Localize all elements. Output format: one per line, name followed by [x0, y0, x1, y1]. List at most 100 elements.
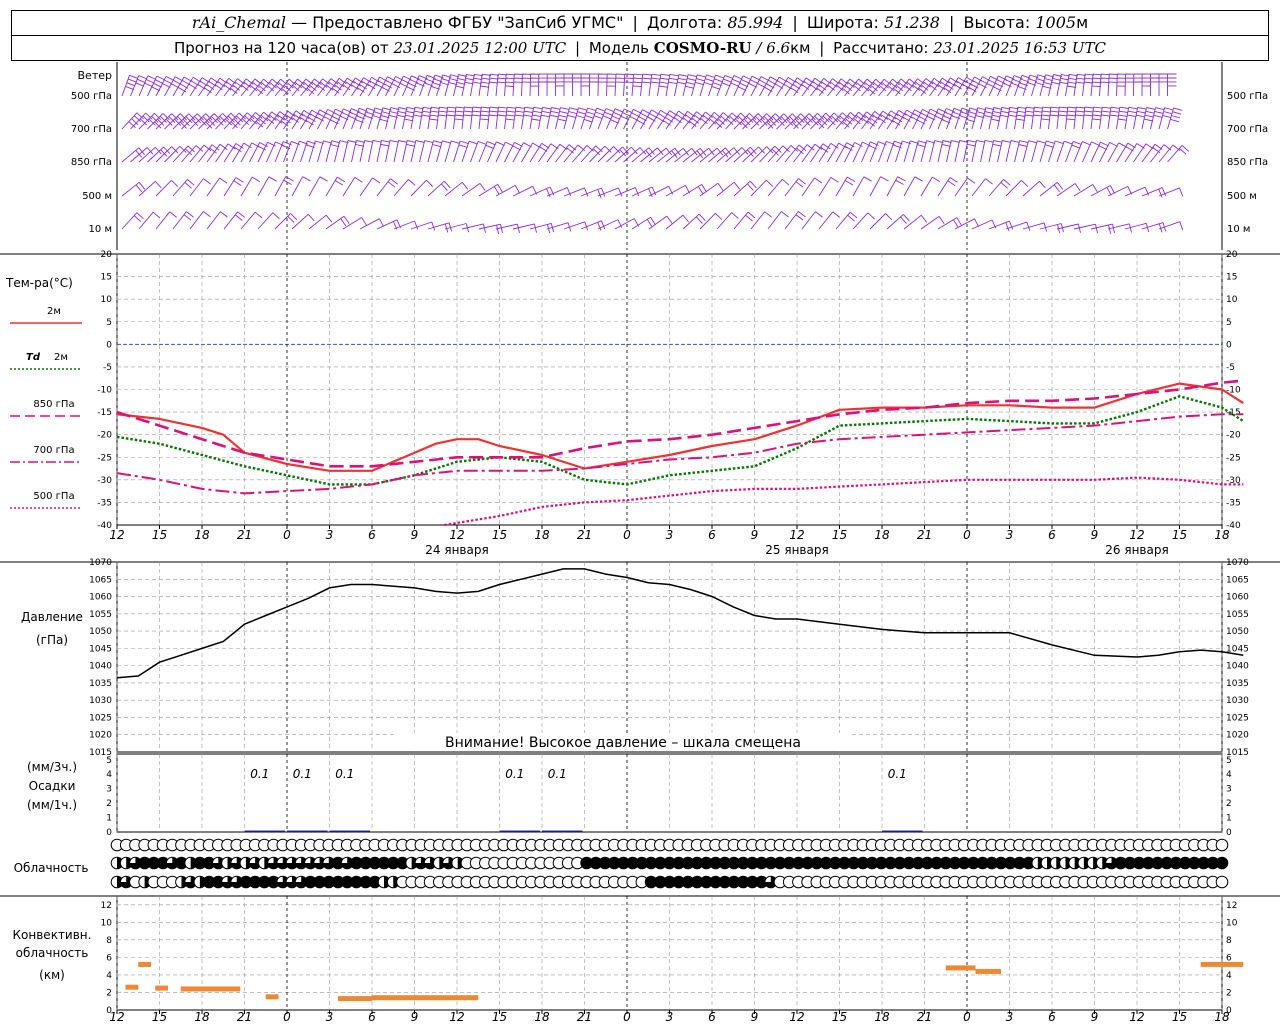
- wind-barb: [393, 107, 408, 130]
- precip-tick-label: 5: [106, 756, 112, 766]
- wind-barb: [419, 74, 436, 97]
- legend-label: 2м: [47, 306, 61, 317]
- precip-tick-label-right: 5: [1226, 756, 1232, 766]
- hour-tick-label: 12: [449, 528, 464, 542]
- wind-barb: [614, 108, 633, 130]
- convective-segment: [155, 985, 168, 991]
- wind-barb: [300, 140, 316, 163]
- wind-barb: [963, 107, 979, 130]
- wind-barb: [886, 140, 903, 163]
- wind-barb: [376, 107, 392, 130]
- wind-barb: [189, 211, 211, 230]
- wind-barb: [954, 177, 976, 197]
- precip-tick-label-right: 1: [1226, 814, 1232, 824]
- hour-tick-label: 3: [666, 528, 674, 542]
- temperature-title: Тем-ра(°C): [5, 276, 73, 290]
- precip-value-label: 0.1: [888, 767, 907, 781]
- hour-tick-label: 6: [368, 528, 376, 542]
- wind-level-label-right: 700 гПа: [1227, 124, 1268, 135]
- wind-barb: [478, 223, 503, 234]
- wind-barb: [487, 141, 505, 163]
- wind-barb: [903, 176, 923, 197]
- temp-tick-label-right: 0: [1226, 340, 1232, 350]
- legend-label: 700 гПа: [33, 445, 74, 456]
- hour-tick-label: 21: [917, 528, 932, 542]
- wind-barb: [827, 142, 847, 163]
- wind-barb: [623, 108, 642, 130]
- wind-barb: [742, 75, 761, 97]
- wind-barb: [444, 140, 460, 163]
- wind-barb: [351, 140, 366, 163]
- wind-barb: [1031, 140, 1047, 163]
- legend-label: 500 гПа: [33, 491, 74, 502]
- wind-barb: [784, 178, 806, 197]
- precip-value-label: 0.1: [293, 767, 312, 781]
- wind-barb: [427, 74, 444, 97]
- wind-barb: [1022, 74, 1039, 97]
- wind-barb: [1048, 140, 1064, 163]
- temp-tick-label-right: 10: [1226, 295, 1238, 305]
- wind-barb: [997, 140, 1012, 163]
- convective-segment: [945, 965, 976, 971]
- wind-barb: [274, 213, 298, 230]
- convective-title: Конвективн.: [13, 928, 92, 942]
- cloud-title: Облачность: [14, 861, 89, 875]
- wind-barb: [478, 141, 496, 163]
- temp-tick-label-right: 20: [1226, 250, 1238, 260]
- conv-tick-label-right: 10: [1226, 918, 1238, 928]
- wind-barb: [461, 73, 476, 97]
- temp-tick-label-right: -15: [1226, 408, 1241, 418]
- wind-barb: [1048, 74, 1063, 97]
- wind-barb: [410, 221, 436, 231]
- temp-tick-label: -20: [97, 431, 112, 441]
- pressure-tick-label: 1045: [89, 644, 112, 654]
- hour-tick-label: 21: [577, 528, 592, 542]
- temp-tick-label: 15: [101, 273, 112, 283]
- wind-barb: [895, 140, 911, 163]
- pressure-tick-label-right: 1050: [1226, 627, 1249, 637]
- conv-tick-label-right: 12: [1226, 901, 1237, 911]
- wind-barb: [538, 73, 548, 97]
- wind-barb: [1065, 140, 1082, 163]
- wind-barb: [249, 142, 268, 163]
- precip-tick-label-right: 4: [1226, 770, 1232, 780]
- temp-tick-label: -30: [97, 476, 112, 486]
- temp-tick-label-right: -5: [1226, 363, 1235, 373]
- wind-barb: [767, 211, 789, 230]
- wind-barb: [308, 176, 328, 197]
- convective-segment: [1200, 961, 1244, 967]
- wind-barb: [257, 176, 277, 197]
- hour-tick-label: 12: [789, 528, 804, 542]
- wind-barb: [325, 140, 341, 163]
- wind-barb: [937, 177, 958, 197]
- wind-barb: [733, 211, 756, 230]
- wind-barb: [206, 211, 228, 230]
- wind-level-label-right: 10 м: [1227, 224, 1250, 235]
- wind-barb: [699, 74, 716, 97]
- date-label: 25 января: [765, 543, 828, 557]
- hour-tick-label: 18: [874, 528, 890, 542]
- hour-tick-label: 0: [283, 528, 291, 542]
- precip-bar: [244, 830, 285, 832]
- wind-barb: [988, 179, 1011, 197]
- precip-value-label: 0.1: [335, 767, 354, 781]
- wind-barb: [818, 211, 841, 230]
- wind-barb: [240, 176, 261, 197]
- conv-tick-label: 12: [101, 901, 112, 911]
- pressure-tick-label: 1070: [89, 558, 112, 568]
- wind-barb: [835, 176, 856, 197]
- wind-barb: [453, 74, 468, 97]
- wind-barb: [580, 187, 606, 199]
- wind-barb: [784, 211, 806, 230]
- wind-barb: [1005, 106, 1019, 130]
- hour-tick-label: 15: [832, 528, 847, 542]
- wind-barb: [410, 106, 424, 130]
- wind-barb: [767, 178, 790, 197]
- pressure-tick-label-right: 1035: [1226, 679, 1249, 689]
- wind-barb: [1124, 143, 1145, 163]
- pressure-title: Давление: [21, 610, 83, 624]
- wind-barb: [436, 74, 452, 97]
- temp-tick-label: 0: [106, 340, 112, 350]
- wind-barb: [1082, 141, 1100, 163]
- convective-segment: [265, 994, 279, 1000]
